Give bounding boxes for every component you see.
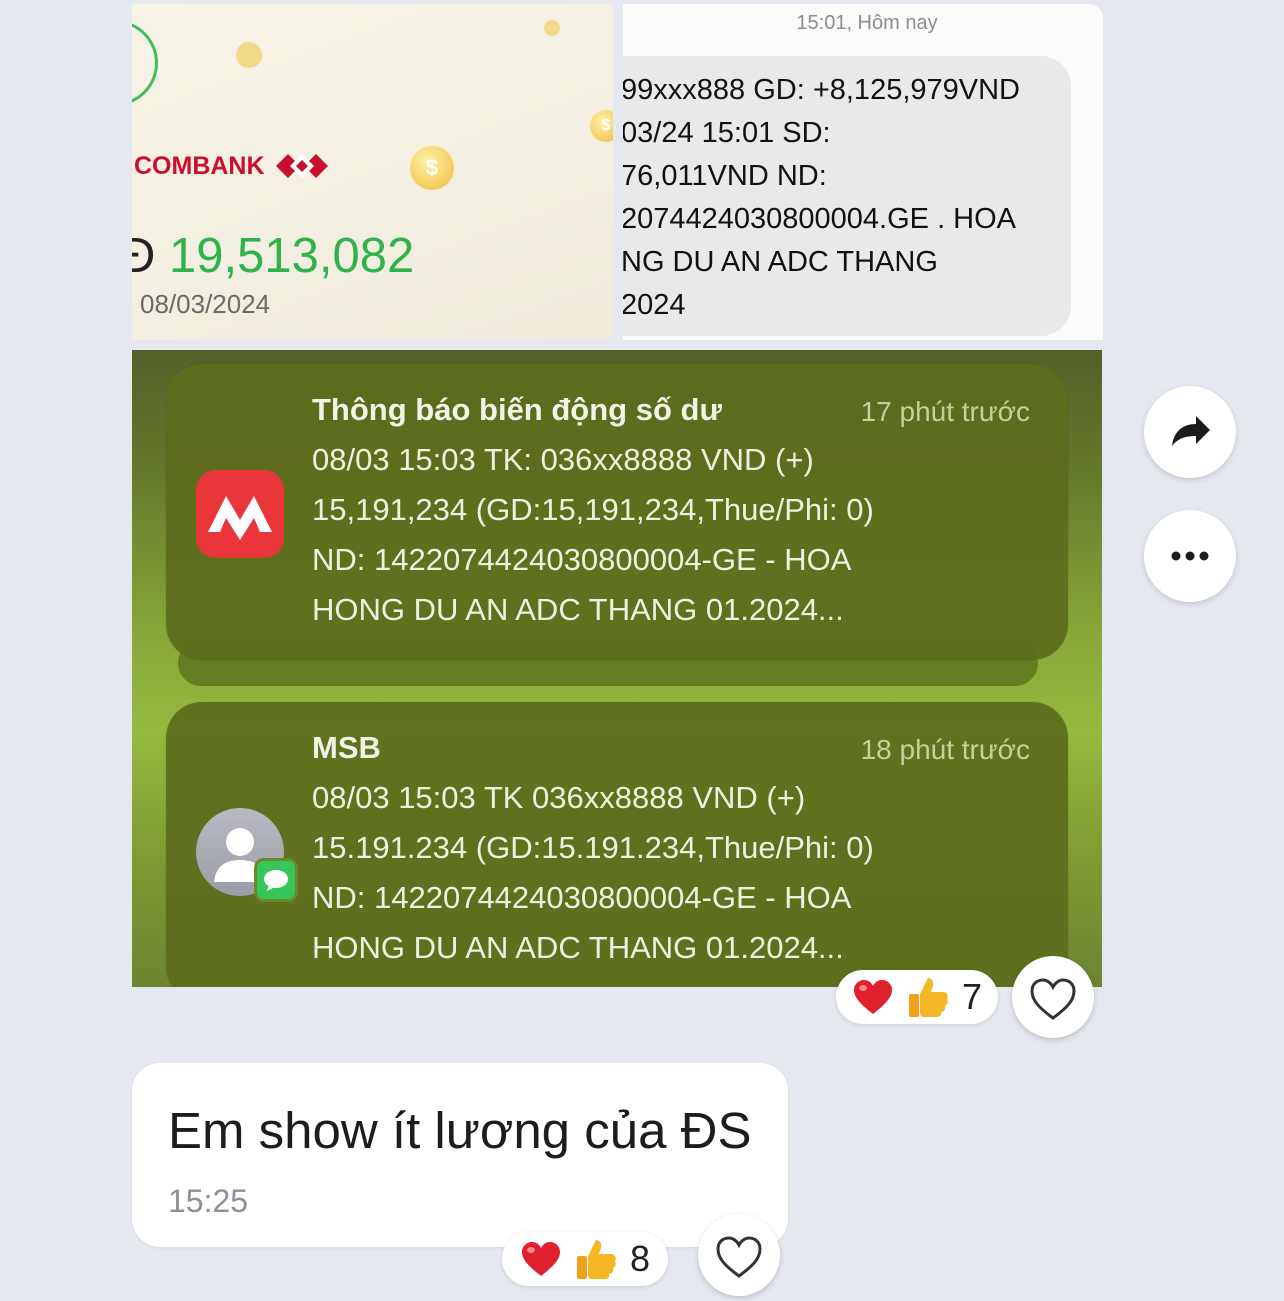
more-dots-icon: [1171, 551, 1209, 561]
sms-time-header: 15:01, Hôm nay: [796, 12, 938, 34]
notification-time-ago: 17 phút trước: [860, 396, 1030, 427]
bank-app-screenshot[interactable]: $ $ COMBANK Đ 19,513,082 08/03/2024: [132, 4, 613, 340]
transaction-date: 08/03/2024: [140, 289, 271, 319]
notification-line: 15.191.234 (GD:15.191.234,Thue/Phi: 0): [312, 830, 874, 865]
reaction-summary[interactable]: 8: [502, 1232, 668, 1286]
coin-icon: $: [590, 110, 613, 142]
notification-time-ago: 18 phút trước: [860, 734, 1030, 765]
coin-icon: $: [410, 146, 454, 190]
react-heart-button[interactable]: [1012, 956, 1094, 1038]
message-text: Em show ít lương của ĐS: [168, 1102, 752, 1159]
sms-line: 2024: [623, 289, 686, 321]
reaction-summary[interactable]: 7: [836, 970, 998, 1024]
notification-card[interactable]: MSB 18 phút trước 08/03 15:03 TK 036xx88…: [166, 702, 1068, 987]
reaction-count: 8: [630, 1238, 651, 1279]
confetti-dot: [236, 42, 262, 68]
sms-line: 76,011VND ND:: [623, 160, 827, 192]
react-heart-button[interactable]: [698, 1214, 780, 1296]
heart-emoji-icon: [522, 1242, 560, 1276]
notification-line: ND: 1422074424030800004-GE - HOA: [312, 880, 852, 915]
reaction-count: 7: [962, 976, 983, 1017]
notification-line: 08/03 15:03 TK: 036xx8888 VND (+): [312, 442, 814, 477]
sms-line: NG DU AN ADC THANG: [623, 246, 938, 278]
msb-logo-icon: [208, 496, 272, 540]
share-arrow-icon: [1172, 416, 1210, 446]
notification-title: Thông báo biến động số dư: [312, 392, 722, 427]
sms-screenshot[interactable]: 15:01, Hôm nay 99xxx888 GD: +8,125,979VN…: [623, 4, 1103, 340]
notification-line: HONG DU AN ADC THANG 01.2024...: [312, 592, 844, 627]
share-button[interactable]: [1144, 386, 1236, 478]
techcombank-logo-icon: [276, 154, 328, 178]
notification-line: 15,191,234 (GD:15,191,234,Thue/Phi: 0): [312, 492, 874, 527]
thumbs-up-emoji-icon: [577, 1240, 616, 1279]
notification-line: ND: 1422074424030800004-GE - HOA: [312, 542, 852, 577]
sms-line: 03/24 15:01 SD:: [623, 117, 831, 149]
bank-brand-name: COMBANK: [134, 152, 265, 180]
confetti-dot: [544, 20, 560, 36]
messages-badge-icon: [254, 858, 298, 902]
heart-emoji-icon: [854, 980, 892, 1014]
notification-line: 08/03 15:03 TK 036xx8888 VND (+): [312, 780, 806, 815]
notification-line: HONG DU AN ADC THANG 01.2024...: [312, 930, 844, 965]
thumbs-up-emoji-icon: [909, 978, 948, 1017]
notification-card[interactable]: Thông báo biến động số dư 17 phút trước …: [166, 364, 1068, 660]
notification-title: MSB: [312, 730, 381, 765]
msb-app-icon: [196, 470, 284, 558]
notification-screenshot[interactable]: Thông báo biến động số dư 17 phút trước …: [132, 350, 1102, 987]
balance-amount: Đ 19,513,082: [132, 229, 415, 283]
heart-outline-icon: [1030, 978, 1076, 1020]
sms-line: 2074424030800004.GE . HOA: [623, 203, 1017, 235]
green-ring-decoration: [132, 20, 158, 106]
heart-outline-icon: [716, 1236, 762, 1278]
message-bubble[interactable]: Em show ít lương của ĐS 15:25: [132, 1063, 788, 1247]
more-options-button[interactable]: [1144, 510, 1236, 602]
sms-line: 99xxx888 GD: +8,125,979VND: [623, 74, 1020, 106]
message-time: 15:25: [168, 1183, 249, 1219]
